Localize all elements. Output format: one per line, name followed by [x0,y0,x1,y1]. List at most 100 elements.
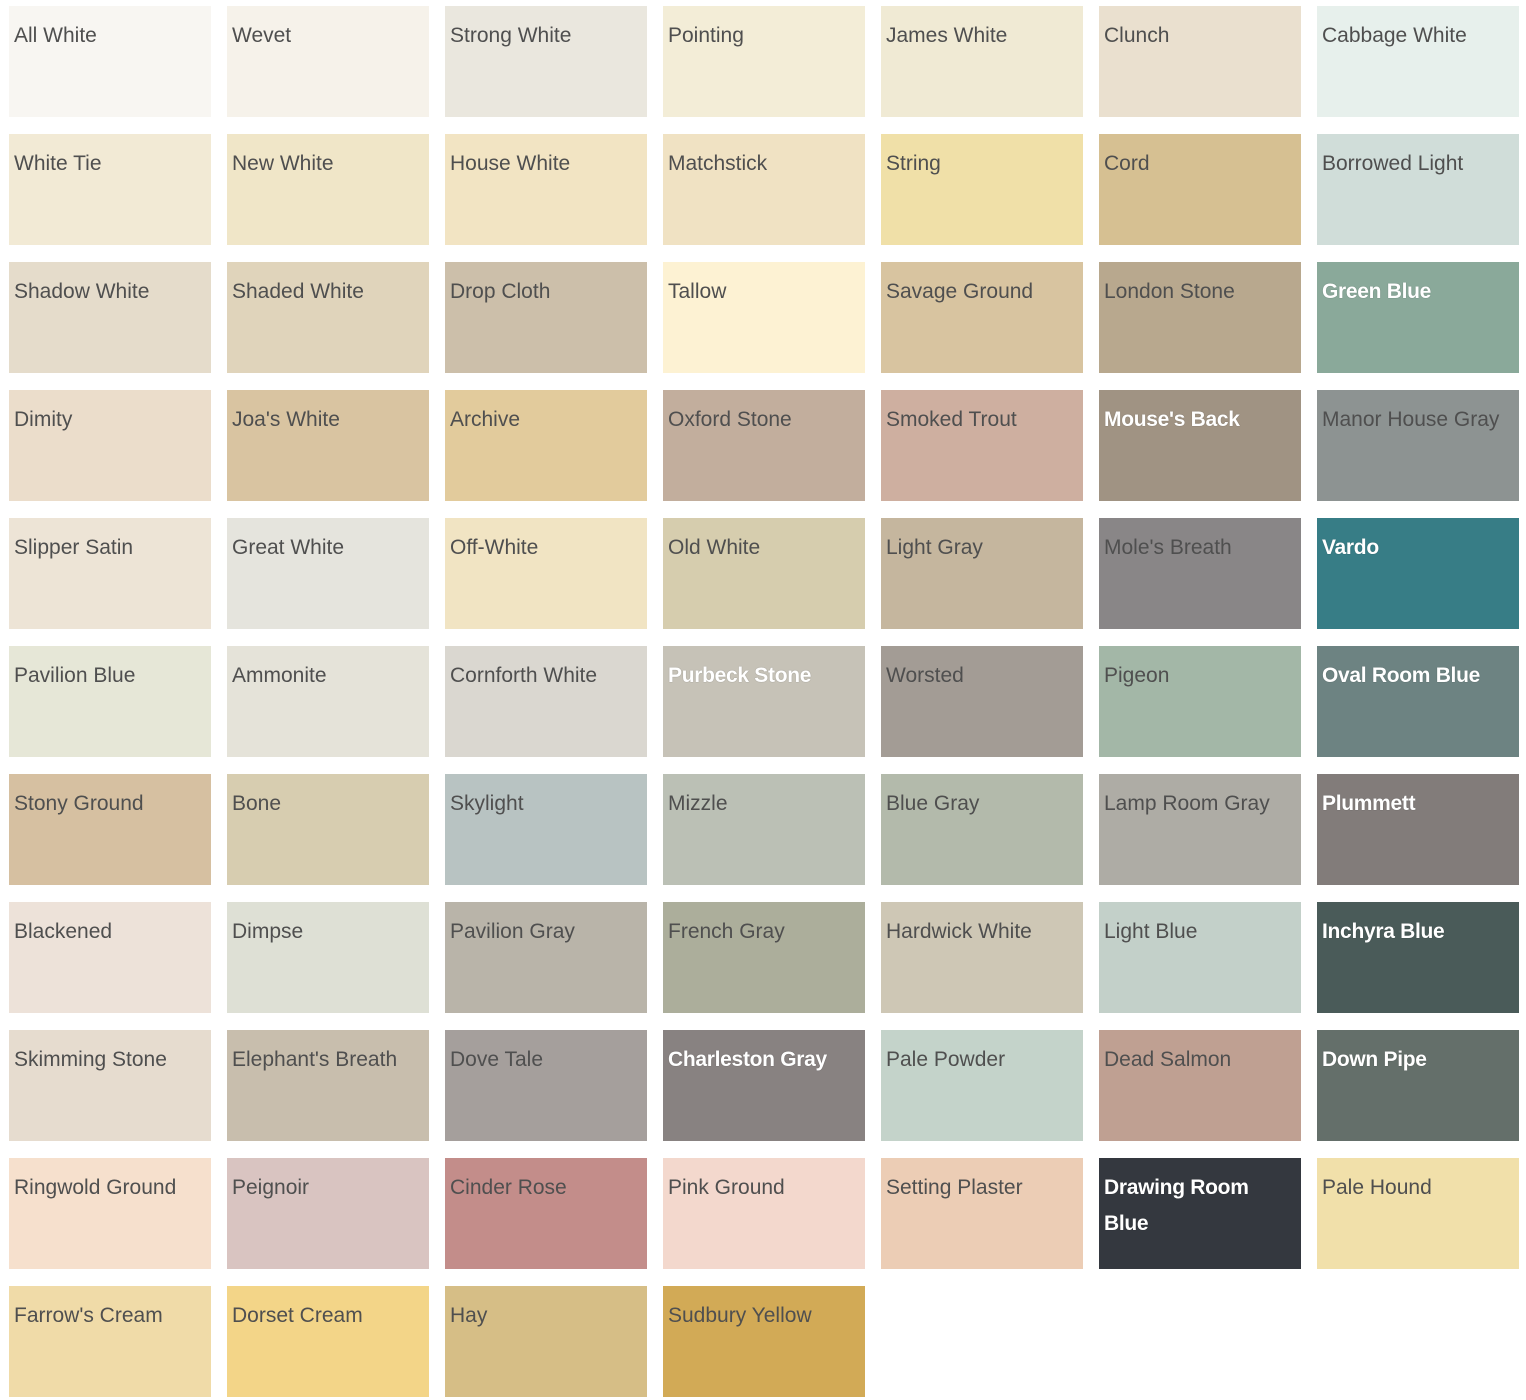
swatch-name: All White [14,24,97,47]
swatch-name: Dorset Cream [232,1304,363,1327]
swatch-name: Smoked Trout [886,408,1017,431]
color-swatch[interactable]: Bone [227,774,429,885]
color-swatch[interactable]: Elephant's Breath [227,1030,429,1141]
color-swatch[interactable]: All White [9,6,211,117]
color-swatch[interactable]: New White [227,134,429,245]
color-swatch[interactable]: Worsted [881,646,1083,757]
color-swatch[interactable]: Cabbage White [1317,6,1519,117]
color-swatch[interactable]: Sudbury Yellow [663,1286,865,1397]
color-swatch[interactable]: Manor House Gray [1317,390,1519,501]
color-swatch[interactable]: Dead Salmon [1099,1030,1301,1141]
color-swatch[interactable]: Archive [445,390,647,501]
swatch-name: Farrow's Cream [14,1304,163,1327]
color-swatch[interactable]: Savage Ground [881,262,1083,373]
swatch-name: Purbeck Stone [668,664,812,687]
color-swatch[interactable]: White Tie [9,134,211,245]
color-swatch[interactable]: Light Gray [881,518,1083,629]
color-swatch[interactable]: Setting Plaster [881,1158,1083,1269]
swatch-name: Cinder Rose [450,1176,567,1199]
color-swatch[interactable]: Oxford Stone [663,390,865,501]
swatch-name: Bone [232,792,282,815]
color-swatch[interactable]: Charleston Gray [663,1030,865,1141]
color-swatch[interactable]: Smoked Trout [881,390,1083,501]
color-swatch[interactable]: Ringwold Ground [9,1158,211,1269]
color-swatch[interactable]: Old White [663,518,865,629]
color-swatch[interactable]: Blackened [9,902,211,1013]
color-swatch[interactable]: Pale Hound [1317,1158,1519,1269]
color-swatch[interactable]: Pink Ground [663,1158,865,1269]
swatch-name: String [886,152,941,175]
color-swatch[interactable]: Cinder Rose [445,1158,647,1269]
color-swatch[interactable]: Mole's Breath [1099,518,1301,629]
color-swatch[interactable]: Green Blue [1317,262,1519,373]
color-swatch[interactable]: French Gray [663,902,865,1013]
swatch-name: Joa's White [232,408,340,431]
color-swatch[interactable]: String [881,134,1083,245]
color-swatch[interactable]: Lamp Room Gray [1099,774,1301,885]
color-swatch[interactable]: Dimity [9,390,211,501]
color-swatch[interactable]: Mizzle [663,774,865,885]
swatch-name: Savage Ground [886,280,1034,303]
color-swatch[interactable]: Purbeck Stone [663,646,865,757]
swatch-name: Pale Powder [886,1048,1006,1071]
color-swatch[interactable]: Great White [227,518,429,629]
color-swatch[interactable]: Mouse's Back [1099,390,1301,501]
swatch-name: Great White [232,536,345,559]
swatch-name: James White [886,24,1008,47]
swatch-name: Setting Plaster [886,1176,1023,1199]
color-swatch[interactable]: James White [881,6,1083,117]
color-swatch[interactable]: Pigeon [1099,646,1301,757]
color-swatch[interactable]: London Stone [1099,262,1301,373]
color-swatch[interactable]: Slipper Satin [9,518,211,629]
color-swatch[interactable]: Light Blue [1099,902,1301,1013]
color-swatch[interactable]: Vardo [1317,518,1519,629]
color-swatch[interactable]: Plummett [1317,774,1519,885]
swatch-name: Oval Room Blue [1322,664,1480,687]
color-swatch[interactable]: Dorset Cream [227,1286,429,1397]
color-swatch[interactable]: Peignoir [227,1158,429,1269]
color-swatch[interactable]: Skylight [445,774,647,885]
swatch-name: Drop Cloth [450,280,551,303]
color-swatch[interactable]: Hay [445,1286,647,1397]
color-swatch[interactable]: Cornforth White [445,646,647,757]
color-swatch[interactable]: Inchyra Blue [1317,902,1519,1013]
color-swatch[interactable]: Drop Cloth [445,262,647,373]
color-swatch[interactable]: Oval Room Blue [1317,646,1519,757]
swatch-name: Strong White [450,24,572,47]
color-swatch[interactable]: Drawing Room Blue [1099,1158,1301,1269]
swatch-name: Archive [450,408,521,431]
color-swatch[interactable]: Pale Powder [881,1030,1083,1141]
color-swatch[interactable]: Strong White [445,6,647,117]
color-swatch[interactable]: House White [445,134,647,245]
color-swatch[interactable]: Blue Gray [881,774,1083,885]
color-swatch[interactable]: Ammonite [227,646,429,757]
swatch-name: Pointing [668,24,744,47]
color-swatch[interactable]: Tallow [663,262,865,373]
swatch-name: Plummett [1322,792,1416,815]
swatch-name: Charleston Gray [668,1048,827,1071]
color-swatch[interactable]: Shaded White [227,262,429,373]
color-swatch[interactable]: Pointing [663,6,865,117]
color-swatch[interactable]: Cord [1099,134,1301,245]
color-swatch[interactable]: Clunch [1099,6,1301,117]
swatch-name: Matchstick [668,152,768,175]
color-swatch[interactable]: Dimpse [227,902,429,1013]
color-swatch[interactable]: Wevet [227,6,429,117]
color-swatch[interactable]: Joa's White [227,390,429,501]
swatch-name: Blackened [14,920,113,943]
color-swatch[interactable]: Shadow White [9,262,211,373]
color-swatch[interactable]: Stony Ground [9,774,211,885]
swatch-name: Off-White [450,536,539,559]
color-swatch[interactable]: Skimming Stone [9,1030,211,1141]
color-swatch[interactable]: Down Pipe [1317,1030,1519,1141]
color-swatch[interactable]: Matchstick [663,134,865,245]
color-swatch[interactable]: Dove Tale [445,1030,647,1141]
color-swatch[interactable]: Pavilion Blue [9,646,211,757]
swatch-name: Wevet [232,24,292,47]
color-swatch[interactable]: Farrow's Cream [9,1286,211,1397]
color-swatch[interactable]: Pavilion Gray [445,902,647,1013]
color-swatch[interactable]: Borrowed Light [1317,134,1519,245]
swatch-name: Clunch [1104,24,1170,47]
color-swatch[interactable]: Off-White [445,518,647,629]
color-swatch[interactable]: Hardwick White [881,902,1083,1013]
